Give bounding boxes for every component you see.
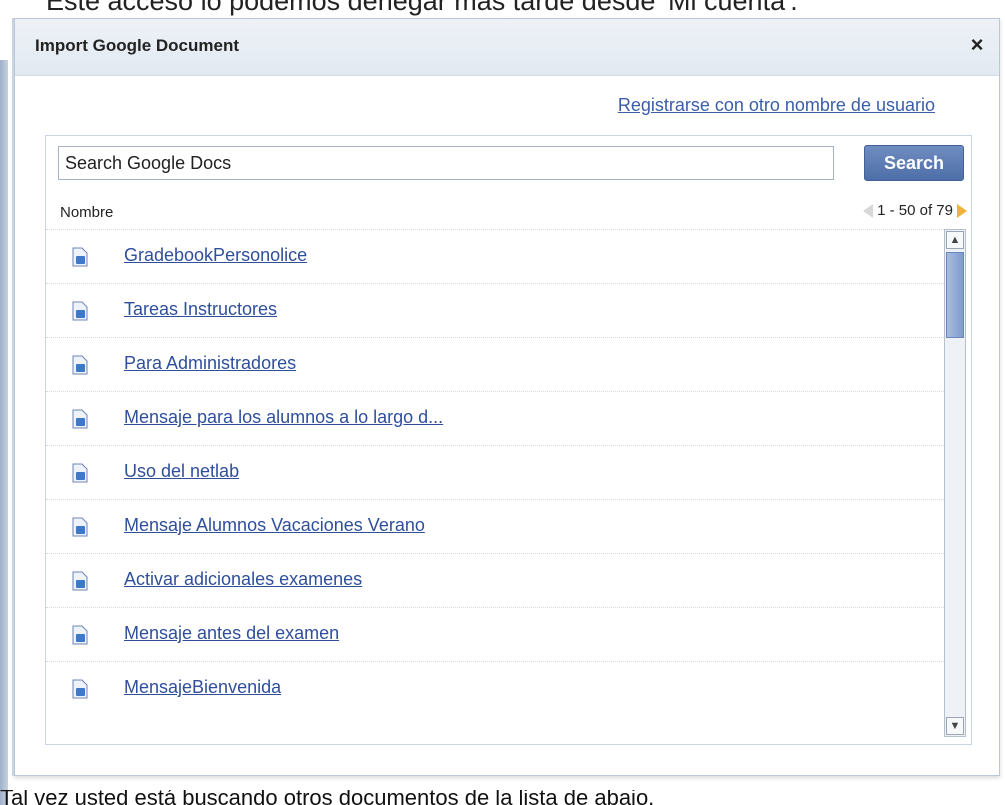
document-icon bbox=[72, 679, 88, 699]
dialog-title: Import Google Document bbox=[35, 36, 239, 55]
list-item[interactable]: Mensaje Alumnos Vacaciones Verano bbox=[46, 499, 944, 553]
document-icon bbox=[72, 517, 88, 537]
page-top-text: Este acceso lo podemos denegar mas tarde… bbox=[46, 0, 798, 16]
scroll-up-icon[interactable]: ▲ bbox=[946, 231, 964, 249]
import-dialog: Import Google Document × Registrarse con… bbox=[14, 18, 1000, 776]
document-icon bbox=[72, 247, 88, 267]
search-input[interactable] bbox=[58, 146, 834, 180]
document-link[interactable]: Mensaje antes del examen bbox=[124, 623, 339, 644]
list-item[interactable]: Uso del netlab bbox=[46, 445, 944, 499]
pager-next-icon[interactable] bbox=[957, 203, 967, 218]
close-icon[interactable]: × bbox=[965, 33, 989, 57]
column-header-name[interactable]: Nombre bbox=[60, 204, 113, 221]
document-link[interactable]: MensajeBienvenida bbox=[124, 677, 281, 698]
document-link[interactable]: Mensaje para los alumnos a lo largo d... bbox=[124, 407, 443, 428]
document-icon bbox=[72, 571, 88, 591]
page-bottom-text: Tal vez usted está buscando otros docume… bbox=[0, 790, 655, 805]
document-icon bbox=[72, 355, 88, 375]
document-icon bbox=[72, 409, 88, 429]
document-icon bbox=[72, 463, 88, 483]
pager-prev-icon[interactable] bbox=[863, 203, 874, 218]
list-item[interactable]: MensajeBienvenida bbox=[46, 661, 944, 715]
dialog-left-edge bbox=[0, 60, 8, 805]
scroll-thumb[interactable] bbox=[946, 252, 964, 338]
list-item[interactable]: GradebookPersonolice bbox=[46, 229, 944, 283]
list-item[interactable]: Para Administradores bbox=[46, 337, 944, 391]
scroll-down-icon[interactable]: ▼ bbox=[946, 717, 964, 735]
list-item[interactable]: Mensaje antes del examen bbox=[46, 607, 944, 661]
list-item[interactable]: Mensaje para los alumnos a lo largo d... bbox=[46, 391, 944, 445]
document-link[interactable]: GradebookPersonolice bbox=[124, 245, 307, 266]
document-link[interactable]: Para Administradores bbox=[124, 353, 296, 374]
document-icon bbox=[72, 301, 88, 321]
docs-panel: Search Nombre 1 - 50 of 79 GradebookPers… bbox=[45, 135, 972, 745]
dialog-titlebar: Import Google Document × bbox=[15, 19, 999, 76]
search-button[interactable]: Search bbox=[864, 145, 964, 181]
document-list: GradebookPersonolice Tareas Instructores… bbox=[46, 229, 944, 739]
document-link[interactable]: Activar adicionales examenes bbox=[124, 569, 362, 590]
pager-text: 1 - 50 of 79 bbox=[877, 202, 953, 219]
document-icon bbox=[72, 625, 88, 645]
list-scrollbar[interactable]: ▲ ▼ bbox=[944, 229, 966, 737]
list-item[interactable]: Activar adicionales examenes bbox=[46, 553, 944, 607]
pager: 1 - 50 of 79 bbox=[863, 202, 967, 219]
list-item[interactable]: Tareas Instructores bbox=[46, 283, 944, 337]
alt-user-link[interactable]: Registrarse con otro nombre de usuario bbox=[618, 95, 935, 116]
document-link[interactable]: Uso del netlab bbox=[124, 461, 239, 482]
document-link[interactable]: Tareas Instructores bbox=[124, 299, 277, 320]
document-link[interactable]: Mensaje Alumnos Vacaciones Verano bbox=[124, 515, 425, 536]
